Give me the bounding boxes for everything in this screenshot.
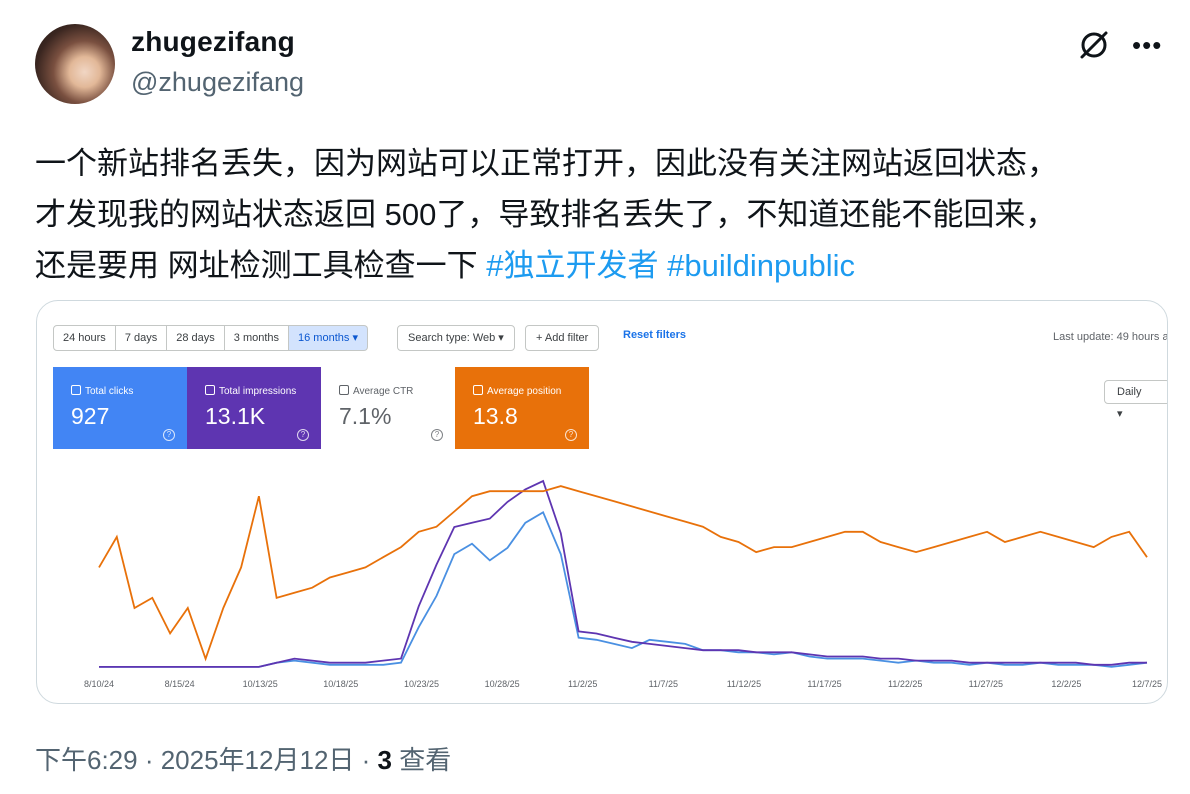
tweet-meta: 下午6:29 · 2025年12月12日 · 3 查看 — [35, 745, 452, 775]
series-line-average-position — [98, 485, 1148, 662]
performance-chart: 8/10/24 8/15/24 10/13/25 10/18/25 10/23/25 10… — [84, 479, 1162, 689]
view-count: 3 — [377, 745, 392, 775]
tweet-time[interactable]: 下午6:29 — [35, 745, 138, 775]
hashtag[interactable]: #独立开发者 — [486, 248, 658, 283]
hashtag[interactable]: #buildinpublic — [667, 248, 855, 283]
x-tick-label: 10/18/25 — [323, 679, 358, 689]
x-tick-label: 12/2/25 — [1051, 679, 1081, 689]
x-tick-label: 10/23/25 — [404, 679, 439, 689]
x-tick-label: 11/27/25 — [969, 679, 1003, 689]
series-line-total-clicks — [99, 511, 1148, 668]
x-tick-label: 11/7/25 — [649, 679, 678, 689]
views-label: 查看 — [399, 745, 452, 775]
tweet-text: 一个新站排名丢失，因为网站可以正常打开，因此没有关注网站返回状态， 才发现我的网… — [35, 138, 1165, 291]
x-tick-label: 12/7/25 — [1132, 679, 1162, 689]
x-tick-label: 11/12/25 — [727, 679, 761, 689]
tweet-date[interactable]: 2025年12月12日 — [161, 745, 355, 775]
attached-image[interactable]: 24 hours 7 days 28 days 3 months 16 mont… — [36, 300, 1168, 704]
x-tick-label: 11/17/25 — [807, 679, 841, 689]
avatar[interactable] — [35, 24, 115, 104]
x-tick-label: 10/13/25 — [243, 679, 278, 689]
x-tick-label: 11/22/25 — [888, 679, 922, 689]
author-handle[interactable]: @zhugezifang — [131, 67, 304, 98]
grok-icon[interactable] — [1077, 28, 1111, 62]
x-tick-label: 8/10/24 — [84, 679, 114, 689]
x-tick-label: 8/15/24 — [165, 679, 195, 689]
author-name[interactable]: zhugezifang — [131, 26, 295, 58]
x-tick-label: 11/2/25 — [568, 679, 597, 689]
x-tick-label: 10/28/25 — [485, 679, 520, 689]
more-icon[interactable]: ••• — [1132, 30, 1162, 61]
